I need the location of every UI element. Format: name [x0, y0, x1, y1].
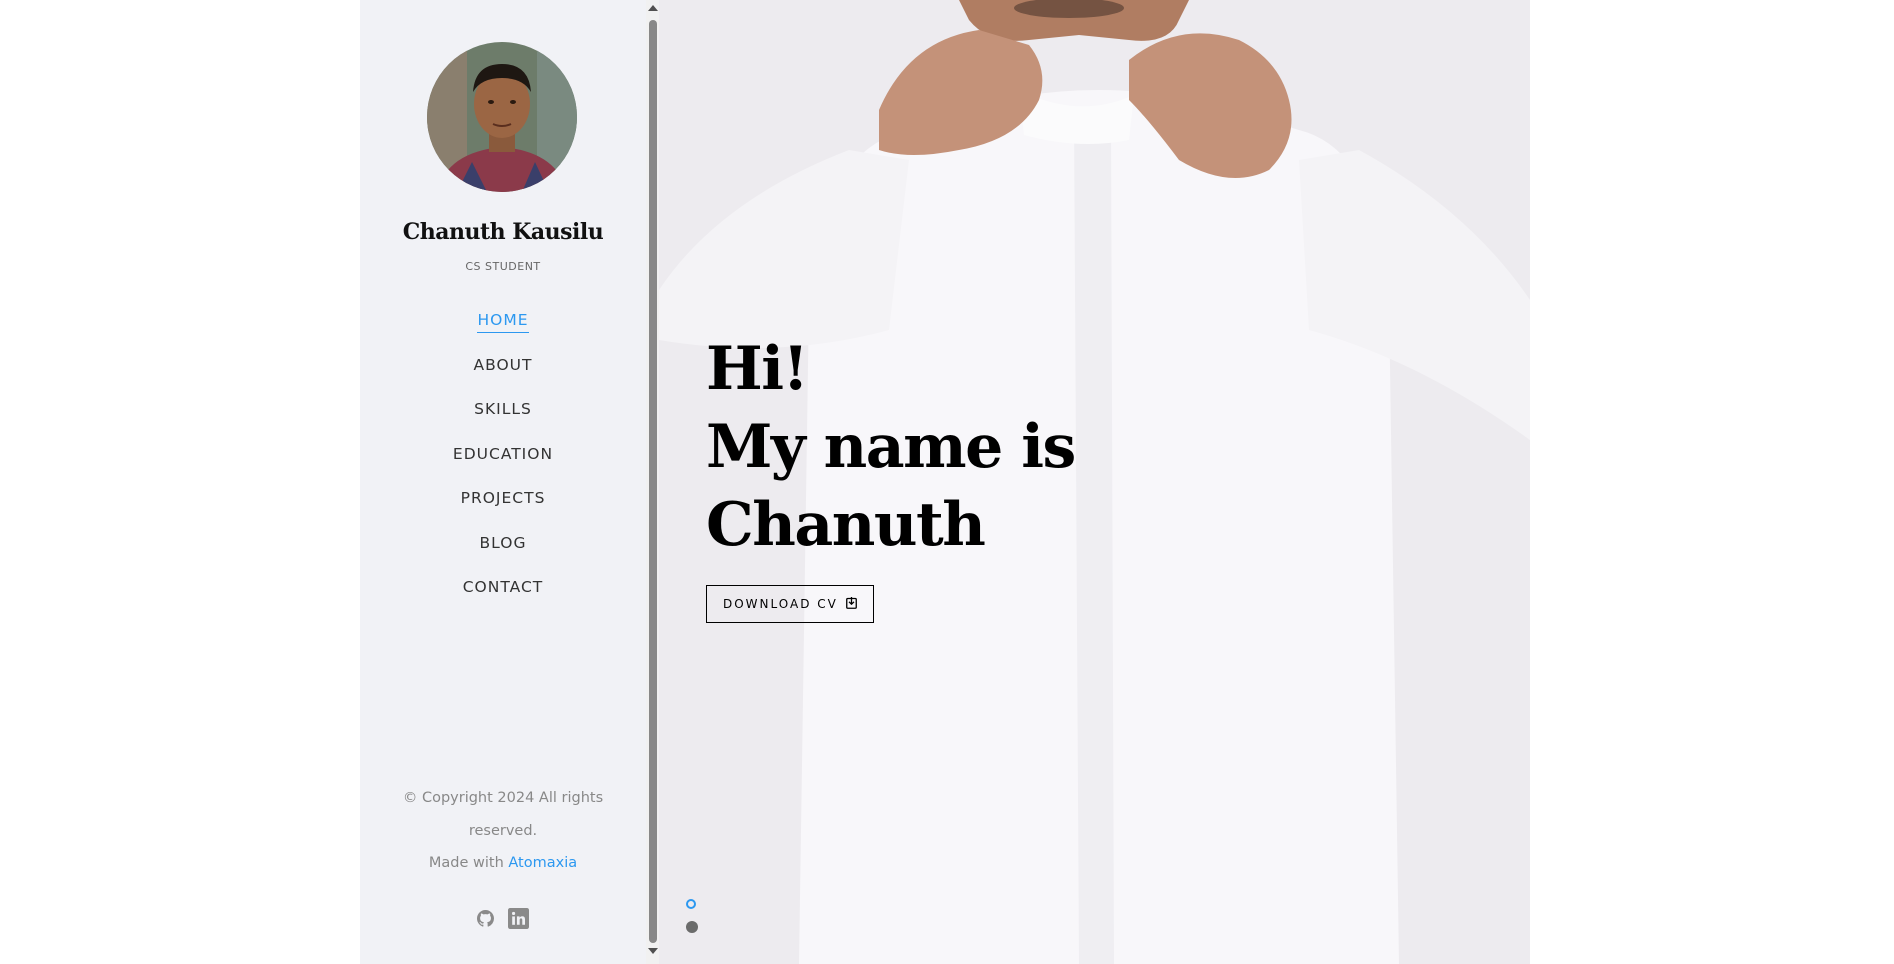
copyright-line-1: © Copyright 2024 All rights [402, 790, 604, 806]
download-cv-button[interactable]: DOWNLOAD CV [706, 585, 874, 623]
site-name[interactable]: Chanuth Kausilu [360, 219, 646, 245]
nav-link-blog[interactable]: BLOG [480, 534, 527, 555]
nav-link-skills[interactable]: SKILLS [474, 400, 532, 421]
carousel-dot-active[interactable] [686, 899, 696, 909]
scroll-down-arrow-icon[interactable] [648, 948, 658, 954]
sidebar: Chanuth Kausilu CS STUDENT HOME ABOUT SK… [360, 0, 646, 964]
page: Chanuth Kausilu CS STUDENT HOME ABOUT SK… [0, 0, 1894, 964]
nav-item-projects: PROJECTS [360, 488, 646, 533]
avatar [427, 42, 577, 192]
hero-heading-line-3: Chanuth [706, 490, 986, 560]
sidebar-footer: © Copyright 2024 All rights reserved. Ma… [360, 782, 646, 880]
nav-link-about[interactable]: ABOUT [474, 356, 533, 377]
nav-item-contact: CONTACT [360, 577, 646, 622]
nav-link-education[interactable]: EDUCATION [453, 445, 553, 466]
nav-link-projects[interactable]: PROJECTS [461, 489, 546, 510]
download-cv-label: DOWNLOAD CV [723, 597, 838, 611]
hero-heading-line-1: Hi! [706, 334, 809, 404]
site-role: CS STUDENT [465, 260, 541, 273]
scroll-thumb[interactable] [649, 20, 657, 943]
atomaxia-link[interactable]: Atomaxia [508, 855, 577, 871]
scroll-up-arrow-icon[interactable] [648, 5, 658, 11]
nav-item-skills: SKILLS [360, 399, 646, 444]
made-with-line: Made with Atomaxia [360, 847, 646, 880]
nav-link-contact[interactable]: CONTACT [463, 578, 544, 599]
made-with-text: Made with [428, 855, 504, 871]
copyright-line-2: reserved. [468, 822, 538, 839]
nav-item-home: HOME [360, 310, 646, 355]
github-icon[interactable] [477, 910, 495, 931]
main-nav: HOME ABOUT SKILLS EDUCATION PROJECTS BLO… [360, 310, 646, 622]
nav-item-blog: BLOG [360, 533, 646, 578]
hero-heading: Hi! My name is Chanuth [706, 330, 1076, 564]
download-icon [845, 596, 857, 612]
carousel-dot[interactable] [686, 921, 698, 933]
hero-heading-line-2: My name is [706, 412, 1076, 482]
linkedin-icon[interactable] [507, 908, 529, 933]
nav-item-about: ABOUT [360, 355, 646, 400]
social-links [360, 908, 646, 933]
sidebar-scrollbar[interactable] [646, 0, 659, 964]
nav-link-home[interactable]: HOME [477, 311, 529, 333]
nav-item-education: EDUCATION [360, 444, 646, 489]
hero-section: Hi! My name is Chanuth DOWNLOAD CV [659, 0, 1530, 964]
